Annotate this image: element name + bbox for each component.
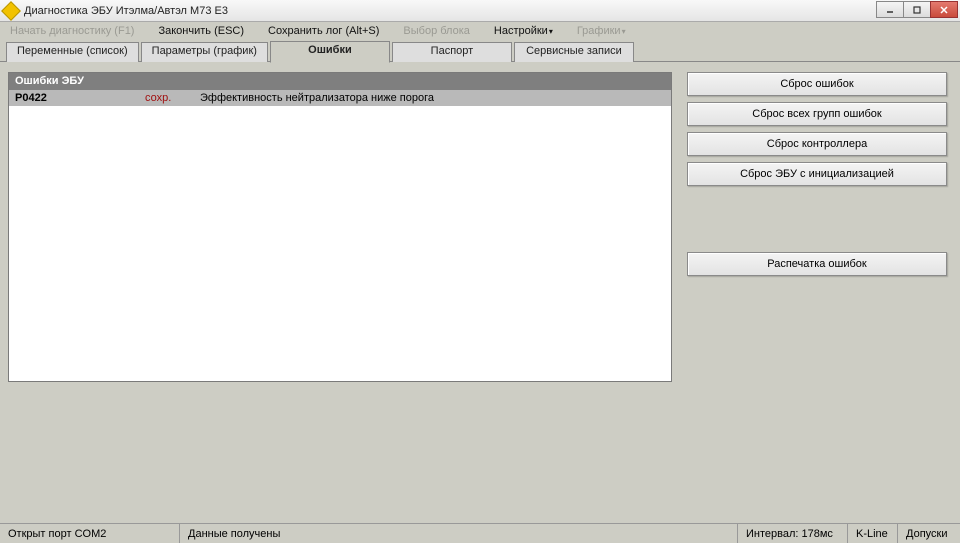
minimize-icon: [885, 5, 895, 15]
error-code: P0422: [15, 92, 145, 104]
error-desc: Эффективность нейтрализатора ниже порога: [200, 92, 665, 104]
window-title: Диагностика ЭБУ Итэлма/Автэл М73 Е3: [24, 5, 228, 17]
tab-service[interactable]: Сервисные записи: [514, 42, 634, 62]
status-tolerances[interactable]: Допуски: [898, 524, 960, 543]
status-proto: K-Line: [848, 524, 898, 543]
error-row[interactable]: P0422 сохр. Эффективность нейтрализатора…: [9, 90, 671, 106]
error-status: сохр.: [145, 92, 200, 104]
menu-settings-label: Настройки: [494, 25, 548, 37]
maximize-button[interactable]: [903, 1, 931, 18]
window-controls: [877, 1, 958, 18]
chevron-down-icon: ▾: [549, 27, 553, 36]
print-errors-button[interactable]: Распечатка ошибок: [687, 252, 947, 276]
tab-vars[interactable]: Переменные (список): [6, 42, 139, 62]
maximize-icon: [912, 5, 922, 15]
tab-passport[interactable]: Паспорт: [392, 42, 512, 62]
menu-settings[interactable]: Настройки▾: [494, 25, 553, 37]
panel-header: Ошибки ЭБУ: [9, 73, 671, 90]
side-buttons: Сброс ошибок Сброс всех групп ошибок Сбр…: [682, 72, 952, 518]
tabs: Переменные (список) Параметры (график) О…: [0, 40, 960, 62]
menu-finish[interactable]: Закончить (ESC): [158, 25, 244, 37]
menu-graphs-label: Графики: [577, 25, 621, 37]
status-data: Данные получены: [180, 524, 738, 543]
reset-ecu-init-button[interactable]: Сброс ЭБУ с инициализацией: [687, 162, 947, 186]
reset-errors-button[interactable]: Сброс ошибок: [687, 72, 947, 96]
menubar: Начать диагностику (F1) Закончить (ESC) …: [0, 22, 960, 40]
titlebar: Диагностика ЭБУ Итэлма/Автэл М73 Е3: [0, 0, 960, 22]
close-button[interactable]: [930, 1, 958, 18]
reset-controller-button[interactable]: Сброс контроллера: [687, 132, 947, 156]
menu-graphs: Графики▾: [577, 25, 626, 37]
status-port: Открыт порт COM2: [0, 524, 180, 543]
status-interval: Интервал: 178мс: [738, 524, 848, 543]
chevron-down-icon: ▾: [622, 27, 626, 36]
content: Ошибки ЭБУ P0422 сохр. Эффективность ней…: [0, 62, 960, 522]
menu-selectblock: Выбор блока: [403, 25, 469, 37]
menu-start: Начать диагностику (F1): [10, 25, 134, 37]
app-icon: [1, 1, 21, 21]
reset-all-groups-button[interactable]: Сброс всех групп ошибок: [687, 102, 947, 126]
menu-savelog[interactable]: Сохранить лог (Alt+S): [268, 25, 379, 37]
tab-errors[interactable]: Ошибки: [270, 41, 390, 63]
minimize-button[interactable]: [876, 1, 904, 18]
statusbar: Открыт порт COM2 Данные получены Интерва…: [0, 523, 960, 543]
errors-panel: Ошибки ЭБУ P0422 сохр. Эффективность ней…: [8, 72, 672, 382]
tab-params[interactable]: Параметры (график): [141, 42, 268, 62]
close-icon: [939, 5, 949, 15]
